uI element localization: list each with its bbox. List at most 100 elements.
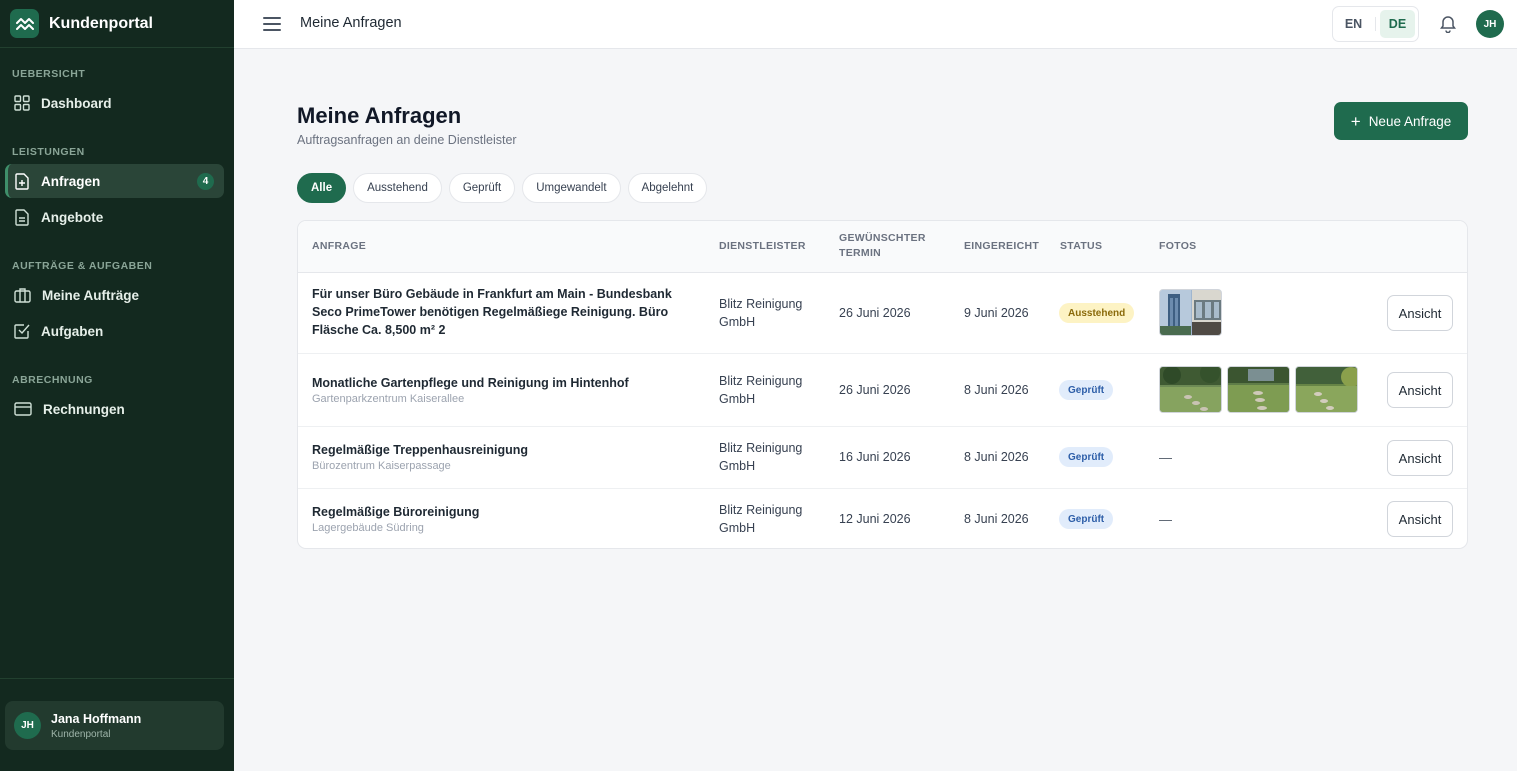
sidebar-item-rechnungen[interactable]: Rechnungen	[5, 392, 224, 426]
language-switcher: EN DE	[1332, 6, 1419, 42]
view-button[interactable]: Ansicht	[1387, 440, 1453, 476]
grid-icon	[14, 95, 30, 111]
photo-thumbnail[interactable]	[1295, 366, 1358, 413]
request-cell: Regelmäßige Büroreinigung Lagergebäude S…	[312, 503, 692, 534]
status-badge: Geprüft	[1059, 509, 1114, 529]
request-cell: Für unser Büro Gebäude in Frankfurt am M…	[312, 285, 692, 339]
provider-name: Blitz Reinigung GmbH	[719, 297, 803, 329]
nav-section-overview: UEBERSICHT	[12, 68, 86, 80]
sidebar-item-label: Rechnungen	[43, 401, 125, 417]
menu-icon[interactable]	[263, 15, 281, 33]
sidebar-item-label: Dashboard	[41, 95, 112, 111]
status-cell: Ausstehend	[1059, 303, 1135, 323]
photo-list	[1159, 289, 1222, 336]
table-row: Für unser Büro Gebäude in Frankfurt am M…	[298, 273, 1467, 354]
sidebar-item-label: Anfragen	[41, 173, 101, 189]
request-title: Regelmäßige Büroreinigung	[312, 505, 480, 519]
page-title: Meine Anfragen	[297, 103, 462, 128]
requested-date: 16 Juni 2026	[839, 450, 911, 464]
request-cell: Monatliche Gartenpflege und Reinigung im…	[312, 374, 692, 405]
count-badge: 4	[197, 173, 214, 190]
table-row: Monatliche Gartenpflege und Reinigung im…	[298, 354, 1467, 427]
column-header-provider: DIENSTLEISTER	[719, 240, 806, 252]
no-photos: —	[1159, 512, 1172, 527]
photo-thumbnail[interactable]	[1159, 366, 1222, 413]
language-divider	[1375, 17, 1376, 31]
user-role: Kundenportal	[51, 728, 111, 740]
table-row: Regelmäßige Büroreinigung Lagergebäude S…	[298, 489, 1467, 548]
view-button[interactable]: Ansicht	[1387, 295, 1453, 331]
submitted-date: 8 Juni 2026	[964, 450, 1029, 464]
sidebar-divider	[0, 678, 234, 679]
column-header-date: GEWÜNSCHTER TERMIN	[839, 231, 926, 261]
status-filters: Alle Ausstehend Geprüft Umgewandelt Abge…	[297, 173, 708, 203]
briefcase-icon	[14, 288, 31, 303]
status-badge: Ausstehend	[1059, 303, 1135, 323]
check-square-icon	[14, 324, 30, 339]
column-header-submitted: EINGEREICHT	[964, 240, 1040, 252]
no-photos: —	[1159, 450, 1172, 465]
avatar[interactable]: JH	[1476, 10, 1504, 38]
language-de[interactable]: DE	[1379, 10, 1415, 38]
credit-card-icon	[14, 402, 32, 416]
request-title: Regelmäßige Treppenhausreinigung	[312, 443, 529, 457]
language-en[interactable]: EN	[1336, 10, 1371, 38]
sidebar-item-aufgaben[interactable]: Aufgaben	[5, 314, 224, 348]
requested-date: 26 Juni 2026	[839, 383, 911, 397]
table-header: ANFRAGE DIENSTLEISTER GEWÜNSCHTER TERMIN…	[298, 221, 1467, 273]
status-cell: Geprüft	[1059, 509, 1114, 529]
provider-name: Blitz Reinigung GmbH	[719, 374, 803, 406]
request-location: Bürozentrum Kaiserpassage	[312, 460, 451, 472]
bell-icon[interactable]	[1439, 14, 1457, 33]
request-cell: Regelmäßige Treppenhausreinigung Bürozen…	[312, 441, 692, 472]
new-request-button[interactable]: + Neue Anfrage	[1334, 102, 1468, 140]
sidebar-item-anfragen[interactable]: Anfragen 4	[5, 164, 224, 198]
brand[interactable]: Kundenportal	[0, 0, 234, 48]
user-name: Jana Hoffmann	[51, 711, 142, 726]
view-button[interactable]: Ansicht	[1387, 501, 1453, 537]
logo-icon	[10, 9, 39, 38]
photo-thumbnail[interactable]	[1227, 366, 1290, 413]
photo-thumbnail[interactable]	[1159, 289, 1222, 336]
table-row: Regelmäßige Treppenhausreinigung Bürozen…	[298, 427, 1467, 489]
sidebar-item-label: Angebote	[41, 209, 104, 225]
submitted-date: 8 Juni 2026	[964, 512, 1029, 526]
column-header-date-line1: GEWÜNSCHTER	[839, 232, 926, 244]
nav-section-orders: AUFTRÄGE & AUFGABEN	[12, 260, 153, 272]
avatar: JH	[14, 712, 41, 739]
sidebar-item-angebote[interactable]: Angebote	[5, 200, 224, 234]
brand-name: Kundenportal	[49, 14, 153, 32]
filter-all[interactable]: Alle	[297, 173, 347, 203]
filter-converted[interactable]: Umgewandelt	[522, 173, 621, 203]
provider-name: Blitz Reinigung GmbH	[719, 503, 803, 535]
new-request-label: Neue Anfrage	[1368, 113, 1452, 129]
sidebar-item-dashboard[interactable]: Dashboard	[5, 86, 224, 120]
request-title: Für unser Büro Gebäude in Frankfurt am M…	[312, 287, 672, 337]
filter-checked[interactable]: Geprüft	[448, 173, 516, 203]
plus-icon: +	[1350, 111, 1361, 131]
requested-date: 26 Juni 2026	[839, 306, 911, 320]
topbar-title: Meine Anfragen	[300, 15, 402, 31]
requested-date: 12 Juni 2026	[839, 512, 911, 526]
view-button[interactable]: Ansicht	[1387, 372, 1453, 408]
filter-pending[interactable]: Ausstehend	[353, 173, 442, 203]
column-header-request: ANFRAGE	[312, 240, 367, 252]
request-title: Monatliche Gartenpflege und Reinigung im…	[312, 376, 629, 390]
requests-table: ANFRAGE DIENSTLEISTER GEWÜNSCHTER TERMIN…	[297, 220, 1468, 549]
sidebar-item-label: Meine Aufträge	[42, 287, 140, 303]
submitted-date: 9 Juni 2026	[964, 306, 1029, 320]
user-card[interactable]: JH Jana Hoffmann Kundenportal	[5, 701, 224, 750]
file-text-icon	[15, 208, 29, 226]
provider-name: Blitz Reinigung GmbH	[719, 441, 803, 473]
nav-section-services: LEISTUNGEN	[12, 146, 85, 158]
sidebar: Kundenportal UEBERSICHT Dashboard LEISTU…	[0, 0, 234, 771]
sidebar-item-label: Aufgaben	[41, 323, 104, 339]
filter-rejected[interactable]: Abgelehnt	[627, 173, 708, 203]
column-header-photos: FOTOS	[1159, 240, 1197, 252]
page-subtitle: Auftragsanfragen an deine Dienstleister	[297, 133, 517, 147]
status-badge: Geprüft	[1059, 380, 1114, 400]
column-header-date-line2: TERMIN	[839, 247, 882, 259]
column-header-status: STATUS	[1060, 240, 1103, 252]
sidebar-item-auftraege[interactable]: Meine Aufträge	[5, 278, 224, 312]
status-cell: Geprüft	[1059, 447, 1114, 467]
